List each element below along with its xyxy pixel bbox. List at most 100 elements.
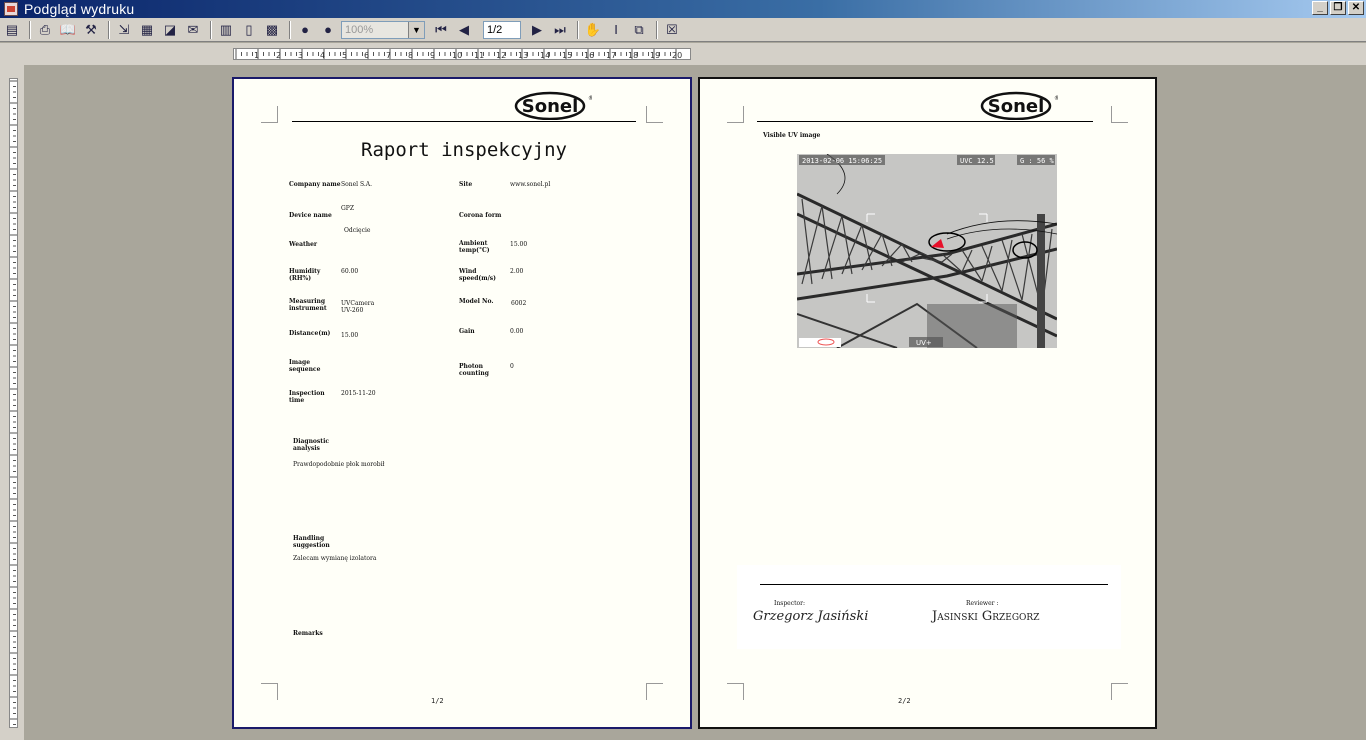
signature-block <box>737 565 1121 649</box>
book-icon[interactable]: 📖 <box>58 20 78 40</box>
field-label: Gain <box>459 328 475 335</box>
crop-mark <box>646 683 663 700</box>
field-value: 15.00 <box>341 332 359 339</box>
sonel-logo: Sonel ® <box>514 91 592 120</box>
ruler-number: 19 <box>650 51 660 60</box>
ruler-number: 16 <box>584 51 594 60</box>
svg-text:Sonel: Sonel <box>522 96 579 117</box>
minimize-button[interactable]: _ <box>1312 1 1328 15</box>
separator <box>577 20 579 39</box>
field-label: Distance(m) <box>289 330 331 337</box>
field-value: GPZ <box>341 205 354 212</box>
report-page-2: Sonel ® Visible UV image 2013-02-06 15:0… <box>698 77 1157 729</box>
svg-text:®: ® <box>588 95 592 102</box>
ruler-bar: 1 2 3 4 5 6 7 8 9 10 11 12 13 14 15 16 17 18 19 20 <box>0 43 1366 65</box>
image-caption: Visible UV image <box>763 132 821 139</box>
ruler-number: 15 <box>562 51 572 60</box>
crop-mark <box>1111 683 1128 700</box>
chevron-down-icon[interactable]: ▼ <box>408 21 424 38</box>
close-window-button[interactable]: ✕ <box>1348 1 1364 15</box>
inspector-signature: Grzegorz Jasiński <box>753 609 869 624</box>
ruler-number: 14 <box>540 51 550 60</box>
single-page-icon[interactable]: ▯ <box>239 20 259 40</box>
field-value: UVCamera UV-260 <box>341 300 375 314</box>
field-label: Device name <box>289 212 332 219</box>
horizontal-ruler[interactable]: 1 2 3 4 5 6 7 8 9 10 11 12 13 14 15 16 17 18 19 20 <box>233 48 691 60</box>
field-value-sub: Odcięcie <box>344 227 371 234</box>
page-setup-icon[interactable]: ▥ <box>216 20 236 40</box>
field-value: 15.00 <box>510 241 528 248</box>
ruler-number: 13 <box>518 51 528 60</box>
separator <box>29 20 31 39</box>
app-icon <box>4 2 18 16</box>
ruler-number: 18 <box>628 51 638 60</box>
signature-rule <box>760 584 1108 585</box>
page-number: 1/2 <box>431 697 444 705</box>
text-select-icon[interactable]: I <box>606 20 626 40</box>
zoom-out-icon[interactable]: ● <box>318 20 338 40</box>
svg-text:UV+: UV+ <box>916 339 932 347</box>
field-value: 0 <box>510 363 514 370</box>
crop-mark <box>1111 106 1128 123</box>
field-label: Site <box>459 181 473 188</box>
page-number-input[interactable]: 1/2 <box>483 20 521 39</box>
crop-mark <box>727 683 744 700</box>
field-label: Corona form <box>459 212 502 219</box>
svg-text:2013-02-06 15:06:25: 2013-02-06 15:06:25 <box>802 157 882 165</box>
field-label: Measuring instrument <box>289 298 327 312</box>
close-preview-icon[interactable]: ☒ <box>662 20 682 40</box>
ruler-number: 3 <box>298 51 303 60</box>
report-page-1: Sonel ® Raport inspekcyjny Company name … <box>232 77 692 729</box>
field-value: www.sonel.pl <box>510 181 551 188</box>
last-page-icon[interactable]: ⏭ <box>550 20 570 40</box>
export-icon[interactable]: ⇲ <box>114 20 134 40</box>
multi-page-icon[interactable]: ▩ <box>262 20 282 40</box>
prev-page-icon[interactable]: ◀ <box>454 20 474 40</box>
tools-icon[interactable]: ⚒ <box>81 20 101 40</box>
separator <box>108 20 110 39</box>
crop-mark <box>261 106 278 123</box>
separator <box>656 20 658 39</box>
sonel-logo: Sonel ® <box>980 91 1058 120</box>
hand-tool-icon[interactable]: ✋ <box>583 20 603 40</box>
field-value: 6002 <box>511 300 527 307</box>
preview-workspace[interactable] <box>24 65 1366 740</box>
svg-text:Sonel: Sonel <box>988 96 1045 117</box>
zoom-in-icon[interactable]: ● <box>295 20 315 40</box>
excel-icon[interactable]: ▦ <box>137 20 157 40</box>
diagnostic-text: Prawdopodobnie płok morobił <box>293 461 385 468</box>
toc-icon[interactable]: ▤ <box>2 20 22 40</box>
vertical-ruler[interactable] <box>9 78 18 728</box>
report-title: Raport inspekcyjny <box>361 139 567 161</box>
zoom-select[interactable]: 100% ▼ <box>341 20 425 39</box>
field-label: Inspection time <box>289 390 325 404</box>
toolbar: ▤ ⎙ 📖 ⚒ ⇲ ▦ ◪ ✉ ▥ ▯ ▩ ● ● 100% ▼ ⏮ ◀ 1/2… <box>0 18 1366 42</box>
restore-button[interactable]: ❐ <box>1330 1 1346 15</box>
ruler-number: 1 <box>254 51 259 60</box>
ruler-number: 11 <box>474 51 484 60</box>
separator <box>289 20 291 39</box>
header-rule <box>757 121 1093 122</box>
pdf-icon[interactable]: ◪ <box>160 20 180 40</box>
ruler-number: 17 <box>606 51 616 60</box>
ruler-number: 12 <box>496 51 506 60</box>
field-value: Sonel S.A. <box>341 181 373 188</box>
diagnostic-label: Diagnostic analysis <box>293 438 330 452</box>
field-label: Weather <box>289 241 318 248</box>
field-label: Ambient temp(°C) <box>459 240 490 254</box>
page-number: 2/2 <box>898 697 911 705</box>
ruler-number: 20 <box>672 51 682 60</box>
next-page-icon[interactable]: ▶ <box>527 20 547 40</box>
copy-icon[interactable]: ⧉ <box>629 20 649 40</box>
remarks-label: Remarks <box>293 630 323 637</box>
first-page-icon[interactable]: ⏮ <box>431 20 451 40</box>
field-label: Model No. <box>459 298 494 305</box>
field-value: 2015-11-20 <box>341 390 376 397</box>
print-icon[interactable]: ⎙ <box>35 20 55 40</box>
inspector-label: Inspector: <box>774 600 805 607</box>
ruler-number: 2 <box>276 51 281 60</box>
field-label: Image sequence <box>289 359 321 373</box>
title-bar: Podgląd wydruku _ ❐ ✕ <box>0 0 1366 18</box>
email-icon[interactable]: ✉ <box>183 20 203 40</box>
window-title: Podgląd wydruku <box>24 1 135 17</box>
